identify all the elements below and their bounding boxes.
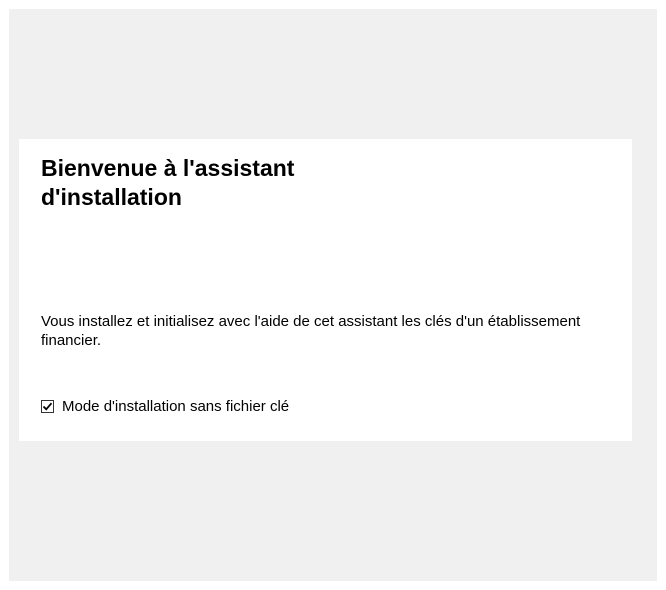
welcome-description: Vous installez et initialisez avec l'aid… [41,313,581,349]
keyless-mode-option[interactable]: Mode d'installation sans fichier clé [41,396,289,416]
checkmark-icon [42,402,53,411]
welcome-panel: Bienvenue à l'assistant d'installation V… [19,139,632,441]
keyless-mode-label[interactable]: Mode d'installation sans fichier clé [62,397,289,416]
page-title: Bienvenue à l'assistant d'installation [41,155,295,210]
wizard-window: Bienvenue à l'assistant d'installation V… [9,9,657,581]
keyless-mode-checkbox[interactable] [41,399,54,413]
